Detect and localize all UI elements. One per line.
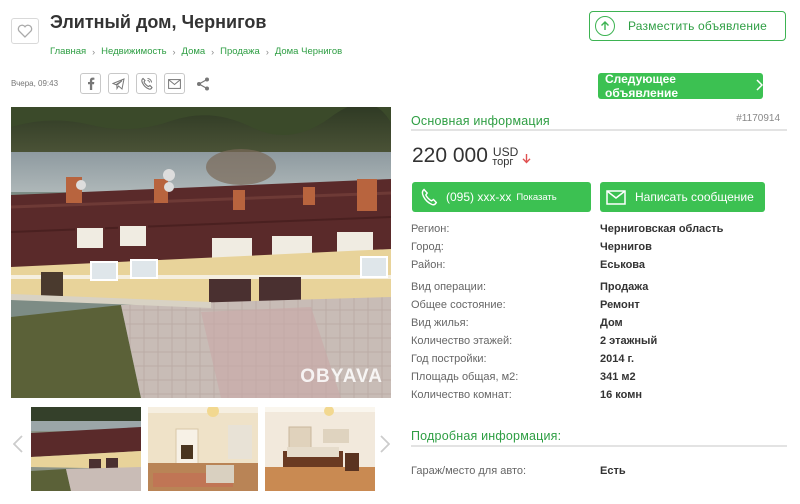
page-title: Элитный дом, Чернигов — [50, 12, 267, 32]
share-bar — [80, 73, 213, 94]
chevron-right-icon[interactable] — [380, 435, 391, 458]
breadcrumb-houses-chernihiv[interactable]: Дома Чернигов — [275, 46, 342, 57]
favorite-button[interactable] — [11, 18, 39, 44]
watermark: OBYAVA — [300, 366, 383, 387]
details-title: Подробная информация: — [411, 429, 562, 443]
info-row-housing-type: Вид жилья: Дом — [411, 317, 623, 329]
chevron-left-icon[interactable] — [12, 435, 23, 458]
post-ad-button[interactable]: Разместить объявление — [589, 11, 786, 41]
chevron-right-icon: › — [211, 46, 215, 57]
main-info-title: Основная информация — [411, 114, 550, 128]
chevron-right-icon: › — [265, 46, 269, 57]
arrow-down-icon — [522, 151, 531, 169]
thumbnail-strip — [11, 405, 396, 493]
next-ad-button[interactable]: Следующее объявление — [598, 72, 764, 100]
details-header: Подробная информация: — [411, 427, 787, 447]
breadcrumb-home[interactable]: Главная — [50, 46, 86, 57]
info-row-garage: Гараж/место для авто: Есть — [411, 465, 626, 477]
main-photo[interactable]: OBYAVA — [11, 107, 391, 398]
viber-icon[interactable] — [136, 73, 157, 94]
info-row-region: Регион: Черниговская область — [411, 223, 724, 235]
chevron-right-icon — [756, 78, 764, 94]
price-block: 220 000 USD торг — [412, 144, 531, 169]
breadcrumb: Главная › Недвижимость › Дома › Продажа … — [50, 46, 342, 57]
post-date: Вчера, 09:43 — [11, 79, 59, 88]
facebook-icon[interactable] — [80, 73, 101, 94]
post-ad-label: Разместить объявление — [628, 19, 767, 33]
arrow-up-icon — [595, 16, 615, 36]
info-row-floors: Количество этажей: 2 этажный — [411, 335, 658, 347]
email-icon[interactable] — [164, 73, 185, 94]
info-row-city: Город: Чернигов — [411, 241, 652, 253]
write-message-label: Написать сообщение — [635, 190, 754, 204]
breadcrumb-houses[interactable]: Дома — [182, 46, 206, 57]
thumbnail-3[interactable] — [265, 407, 375, 491]
phone-number: (095) xxx-xx — [446, 190, 512, 204]
info-row-district: Район: Еськова — [411, 259, 646, 271]
phone-icon — [420, 188, 438, 206]
envelope-icon — [606, 189, 626, 205]
telegram-icon[interactable] — [108, 73, 129, 94]
heart-icon — [17, 24, 33, 38]
ad-id: #1170914 — [736, 113, 780, 124]
next-ad-label: Следующее объявление — [605, 72, 678, 100]
info-row-rooms: Количество комнат: 16 комн — [411, 389, 643, 401]
share-icon[interactable] — [192, 73, 213, 94]
thumbnail-2[interactable] — [148, 407, 258, 491]
price-negotiable: торг — [492, 156, 514, 168]
info-row-condition: Общее состояние: Ремонт — [411, 299, 640, 311]
thumbnail-1[interactable] — [31, 407, 141, 491]
show-phone-button[interactable]: (095) xxx-xx Показать — [412, 182, 591, 212]
info-row-year-built: Год постройки: 2014 г. — [411, 353, 635, 365]
info-row-total-area: Площадь общая, м2: 341 м2 — [411, 371, 636, 383]
chevron-right-icon: › — [92, 46, 96, 57]
main-info-header: Основная информация #1170914 — [411, 112, 787, 131]
breadcrumb-real-estate[interactable]: Недвижимость — [101, 46, 166, 57]
chevron-right-icon: › — [172, 46, 176, 57]
phone-show-label: Показать — [516, 191, 557, 203]
info-row-operation: Вид операции: Продажа — [411, 281, 649, 293]
write-message-button[interactable]: Написать сообщение — [600, 182, 765, 212]
breadcrumb-sale[interactable]: Продажа — [220, 46, 260, 57]
price-amount: 220 000 — [412, 144, 488, 167]
